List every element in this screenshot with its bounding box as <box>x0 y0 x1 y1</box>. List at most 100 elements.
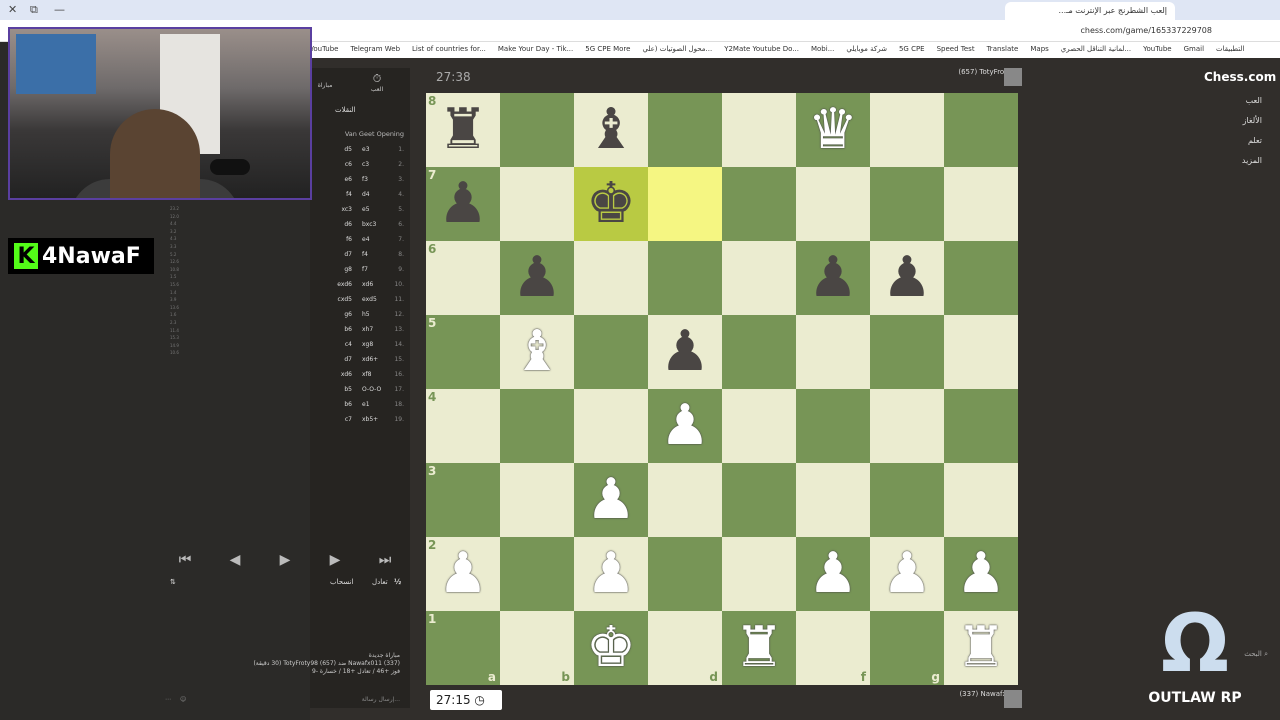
black-move[interactable]: f6 <box>312 236 352 243</box>
square-f7[interactable] <box>796 167 870 241</box>
square-a2[interactable]: 2 ♟ <box>426 537 500 611</box>
black-pawn-icon[interactable]: ♟ <box>512 250 562 306</box>
white-move[interactable]: xb5+ <box>362 416 378 423</box>
square-c3[interactable]: ♟ <box>574 463 648 537</box>
white-queen-icon[interactable]: ♛ <box>808 102 858 158</box>
square-h8[interactable] <box>944 93 1018 167</box>
white-move[interactable]: xd6+ <box>362 356 378 363</box>
bookmark-item[interactable]: محول الصوتيات (علي... <box>642 42 712 53</box>
square-f3[interactable] <box>796 463 870 537</box>
square-g3[interactable] <box>870 463 944 537</box>
square-d3[interactable] <box>648 463 722 537</box>
square-g2[interactable]: ♟ <box>870 537 944 611</box>
white-move[interactable]: exd5 <box>362 296 377 303</box>
white-pawn-icon[interactable]: ♟ <box>586 546 636 602</box>
white-pawn-icon[interactable]: ♟ <box>808 546 858 602</box>
resign-button[interactable]: انسحاب <box>330 578 353 586</box>
square-g1[interactable]: g <box>870 611 944 685</box>
square-f4[interactable] <box>796 389 870 463</box>
square-g5[interactable] <box>870 315 944 389</box>
square-d8[interactable] <box>648 93 722 167</box>
bookmark-item[interactable]: 5G CPE More <box>585 42 630 53</box>
bookmark-item[interactable]: Mobi... <box>811 42 834 53</box>
square-b2[interactable] <box>500 537 574 611</box>
black-move[interactable]: g6 <box>312 311 352 318</box>
square-e1[interactable]: ♜ <box>722 611 796 685</box>
square-g7[interactable] <box>870 167 944 241</box>
square-c5[interactable] <box>574 315 648 389</box>
square-b6[interactable]: ♟ <box>500 241 574 315</box>
square-b1[interactable]: b <box>500 611 574 685</box>
black-move[interactable]: cxd5 <box>312 296 352 303</box>
black-move[interactable]: xd6 <box>312 371 352 378</box>
black-pawn-icon[interactable]: ♟ <box>660 324 710 380</box>
square-h2[interactable]: ♟ <box>944 537 1018 611</box>
chesscom-logo[interactable]: Chess.com <box>1204 70 1276 84</box>
last-move-button[interactable]: ⏭ <box>365 552 405 568</box>
minimize-window-icon[interactable]: — <box>54 3 65 16</box>
bottom-player-avatar[interactable] <box>1004 690 1022 708</box>
square-g4[interactable] <box>870 389 944 463</box>
top-player-avatar[interactable] <box>1004 68 1022 86</box>
square-d1[interactable]: d <box>648 611 722 685</box>
tab-play[interactable]: ⏱ العب <box>362 72 392 93</box>
square-e2[interactable] <box>722 537 796 611</box>
bookmark-item[interactable]: Y2Mate Youtube Do... <box>724 42 799 53</box>
message-bar[interactable]: ⋯ ☺ إرسال رسالة... <box>160 692 410 710</box>
white-move[interactable]: bxc3 <box>362 221 376 228</box>
white-move[interactable]: e1 <box>362 401 370 408</box>
white-move[interactable]: O-O-O <box>362 386 381 393</box>
square-h5[interactable] <box>944 315 1018 389</box>
white-move[interactable]: f3 <box>362 176 368 183</box>
white-move[interactable]: d4 <box>362 191 370 198</box>
square-d7[interactable] <box>648 167 722 241</box>
black-move[interactable]: d6 <box>312 221 352 228</box>
first-move-button[interactable]: ⏮ <box>165 552 205 568</box>
square-a1[interactable]: 1a <box>426 611 500 685</box>
tab-game[interactable]: مباراة <box>310 82 340 89</box>
black-move[interactable]: d5 <box>312 146 352 153</box>
black-move[interactable]: d7 <box>312 356 352 363</box>
square-d4[interactable]: ♟ <box>648 389 722 463</box>
black-move[interactable]: c6 <box>312 161 352 168</box>
black-king-icon[interactable]: ♚ <box>586 176 636 232</box>
black-move[interactable]: b6 <box>312 401 352 408</box>
bookmark-item[interactable]: YouTube <box>1143 42 1171 53</box>
square-c2[interactable]: ♟ <box>574 537 648 611</box>
black-pawn-icon[interactable]: ♟ <box>882 250 932 306</box>
square-b8[interactable] <box>500 93 574 167</box>
square-c8[interactable]: ♝ <box>574 93 648 167</box>
square-c1[interactable]: ♚ <box>574 611 648 685</box>
bookmark-item[interactable]: List of countries for... <box>412 42 486 53</box>
draw-button[interactable]: تعادل <box>372 578 388 586</box>
prev-move-button[interactable]: ◀ <box>215 552 255 568</box>
square-a5[interactable]: 5 <box>426 315 500 389</box>
square-a4[interactable]: 4 <box>426 389 500 463</box>
square-c6[interactable] <box>574 241 648 315</box>
white-move[interactable]: xd6 <box>362 281 373 288</box>
square-f8[interactable]: ♛ <box>796 93 870 167</box>
black-bishop-icon[interactable]: ♝ <box>586 102 636 158</box>
square-e8[interactable] <box>722 93 796 167</box>
bookmark-item[interactable]: Gmail <box>1184 42 1204 53</box>
white-rook-icon[interactable]: ♜ <box>734 620 784 676</box>
square-f5[interactable] <box>796 315 870 389</box>
square-f6[interactable]: ♟ <box>796 241 870 315</box>
nav-puzzles[interactable]: الألغاز <box>1243 116 1262 125</box>
square-a3[interactable]: 3 <box>426 463 500 537</box>
square-a7[interactable]: 7 ♟ <box>426 167 500 241</box>
black-move[interactable]: xc3 <box>312 206 352 213</box>
chess-board[interactable]: 8 ♜ ♝ ♛ 7 ♟ ♚ 6 ♟ ♟ ♟ 5 ♝ ♟ 4 ♟ 3 ♟ 2 ♟ ♟ ♟ ♟ ♟ 1 a b ♚ d ♜ f g ♜ <box>426 93 1018 685</box>
restore-window-icon[interactable]: ⧉ <box>30 3 38 17</box>
square-e6[interactable] <box>722 241 796 315</box>
square-b4[interactable] <box>500 389 574 463</box>
white-move[interactable]: xg8 <box>362 341 373 348</box>
black-move[interactable]: g8 <box>312 266 352 273</box>
white-pawn-icon[interactable]: ♟ <box>882 546 932 602</box>
white-move[interactable]: e5 <box>362 206 370 213</box>
bookmark-item[interactable]: YouTube <box>310 42 338 53</box>
white-king-icon[interactable]: ♚ <box>586 620 636 676</box>
bookmark-item[interactable]: Speed Test <box>937 42 975 53</box>
square-c4[interactable] <box>574 389 648 463</box>
black-move[interactable]: exd6 <box>312 281 352 288</box>
